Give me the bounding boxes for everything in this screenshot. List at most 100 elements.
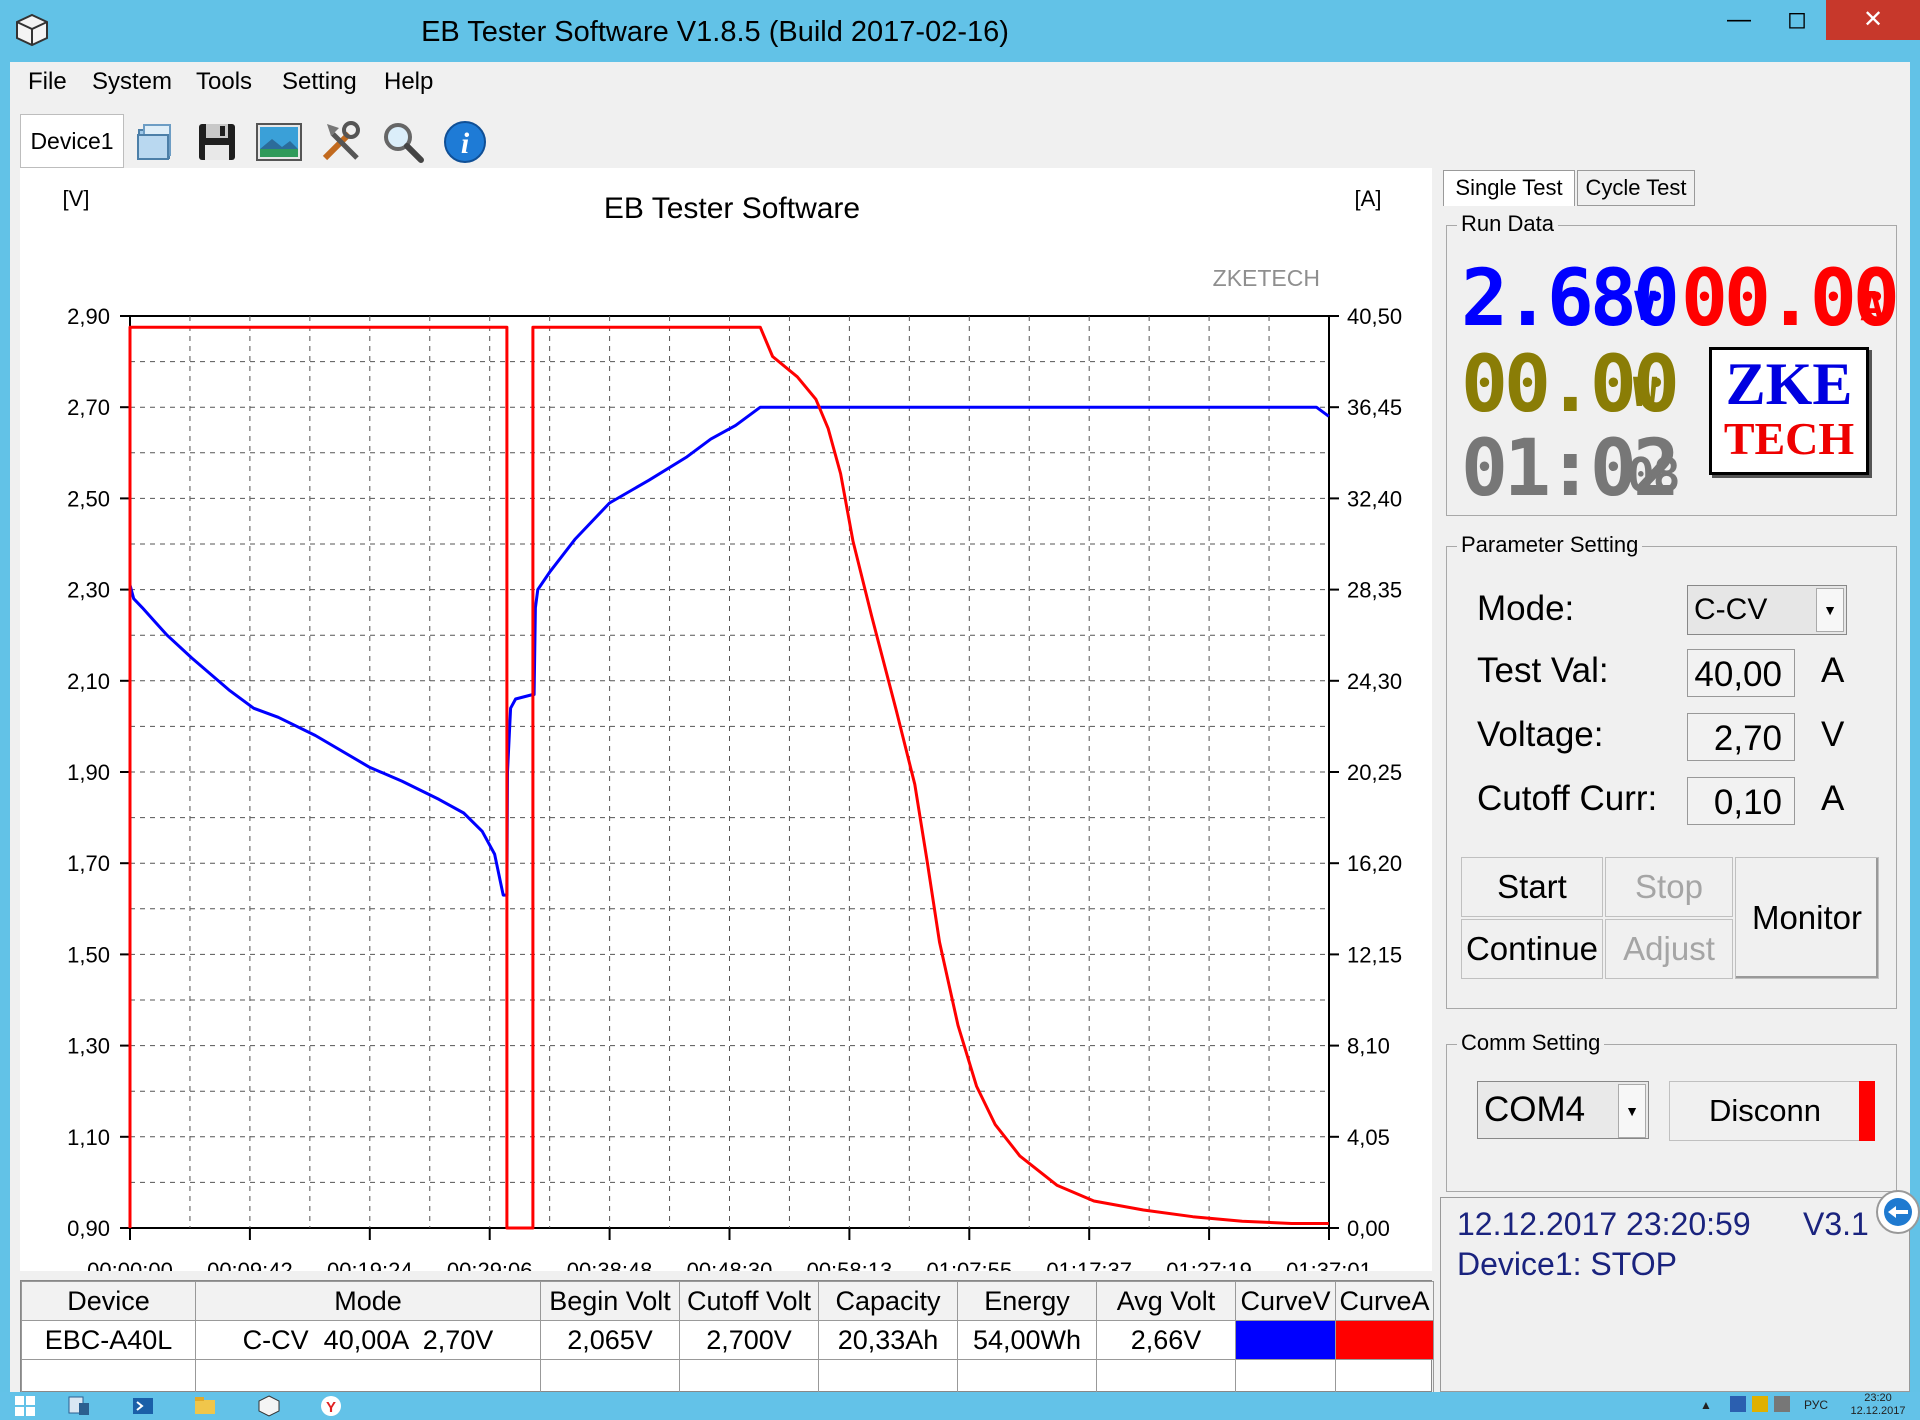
header-avg-volt: Avg Volt [1096,1281,1236,1321]
monitor-button[interactable]: Monitor [1735,857,1879,979]
save-icon[interactable] [192,116,242,168]
adjust-button[interactable]: Adjust [1605,919,1733,979]
y-left-tick-label: 2,30 [67,578,110,603]
curve-a-swatch[interactable] [1335,1320,1434,1360]
y-right-tick-label: 28,35 [1347,578,1402,603]
curve-v-swatch[interactable] [1235,1320,1336,1360]
cutoff-curr-unit: A [1821,779,1845,818]
y-left-tick-label: 2,70 [67,395,110,420]
y-left-tick-label: 1,10 [67,1125,110,1150]
x-tick-label: 00:38:48 [567,1258,653,1271]
voltage-label: Voltage: [1477,715,1604,754]
test-val-label: Test Val: [1477,651,1609,690]
remote-assist-icon[interactable] [1876,1190,1920,1234]
y-right-tick-label: 20,25 [1347,760,1402,785]
tray-clock[interactable]: 23:20 12.12.2017 [1838,1392,1918,1418]
y-left-tick-label: 2,90 [67,304,110,329]
chart-watermark: ZKETECH [1213,265,1320,291]
com-port-value: COM4 [1484,1090,1586,1129]
tab-single-test[interactable]: Single Test [1443,170,1575,206]
voltage-input[interactable]: 2,70 [1687,713,1795,761]
speaker-icon[interactable] [1774,1396,1790,1412]
eb-tester-taskbar-icon[interactable] [254,1394,284,1418]
tray-chevron-icon[interactable]: ▲ [1700,1398,1712,1412]
continue-button[interactable]: Continue [1461,919,1603,979]
cell-mode: C-CV 40,00A 2,70V [195,1320,541,1360]
parameter-setting-title: Parameter Setting [1457,532,1643,558]
toolbar: Device1 i [10,110,510,174]
y-left-label: [V] [63,186,90,211]
mode-select[interactable]: C-CV ▼ [1687,585,1847,635]
network-icon[interactable] [1730,1396,1746,1412]
table-row[interactable]: EBC-A40L C-CV 40,00A 2,70V 2,065V 2,700V… [21,1320,1434,1360]
menu-file[interactable]: File [28,67,67,97]
voltage-unit-label: V [1821,715,1845,754]
main-window: File System Tools Setting Help Device1 i… [10,62,1910,1399]
close-button[interactable]: ✕ [1826,0,1920,40]
cutoff-curr-input[interactable]: 0,10 [1687,777,1795,825]
status-version: V3.1 [1803,1206,1869,1242]
powershell-icon[interactable] [128,1394,158,1418]
stop-button[interactable]: Stop [1605,857,1733,917]
y-left-tick-label: 1,30 [67,1034,110,1059]
device-tab[interactable]: Device1 [20,114,124,168]
chart-title: EB Tester Software [604,192,860,225]
chevron-down-icon[interactable]: ▼ [1618,1084,1646,1138]
cutoff-curr-label: Cutoff Curr: [1477,779,1658,818]
file-explorer-icon[interactable] [190,1394,220,1418]
info-icon[interactable]: i [440,116,490,168]
header-begin-volt: Begin Volt [540,1281,680,1321]
maximize-button[interactable]: ◻ [1768,0,1826,40]
header-curve-a: CurveA [1335,1281,1434,1321]
x-tick-label: 00:29:06 [447,1258,533,1271]
menu-system[interactable]: System [92,67,172,97]
test-val-input[interactable]: 40,00 [1687,649,1795,697]
comm-setting-title: Comm Setting [1457,1030,1605,1056]
chevron-down-icon[interactable]: ▼ [1816,588,1844,632]
disconnect-button[interactable]: Disconn [1669,1081,1861,1141]
language-indicator[interactable]: РУС [1804,1398,1828,1412]
yandex-browser-icon[interactable]: Y [316,1394,346,1418]
open-folder-icon[interactable] [130,116,180,168]
taskbar: Y ▲ РУС 23:20 12.12.2017 [0,1392,1920,1420]
clock-time: 23:20 [1864,1392,1892,1404]
picture-icon[interactable] [254,116,304,168]
x-tick-label: 00:00:00 [87,1258,173,1271]
status-datetime: 12.12.2017 23:20:59 [1457,1206,1751,1242]
tray-app-icon[interactable] [1752,1396,1768,1412]
mode-label: Mode: [1477,589,1575,628]
y-right-tick-label: 8,10 [1347,1034,1390,1059]
cell-begin-volt: 2,065V [540,1320,680,1360]
cell-energy: 54,00Wh [957,1320,1097,1360]
header-capacity: Capacity [818,1281,958,1321]
tools-icon[interactable] [316,116,366,168]
chart-panel: [V] [A] EB Tester Software ZKETECH 2,90 2… [20,168,1432,1271]
magnifier-icon[interactable] [378,116,428,168]
com-port-select[interactable]: COM4 ▼ [1477,1081,1649,1139]
cell-cutoff-volt: 2,700V [679,1320,819,1360]
menu-tools[interactable]: Tools [196,67,252,97]
comm-setting-group: Comm Setting COM4 ▼ Disconn [1446,1030,1897,1192]
chart-grid [129,315,1330,1229]
server-manager-icon[interactable] [64,1394,94,1418]
time-seconds: 08 [1627,448,1680,502]
y-left-tick-label: 2,10 [67,669,110,694]
windows-start-icon[interactable] [10,1394,40,1418]
current-unit: A [1860,284,1885,330]
x-tick-label: 00:58:13 [807,1258,893,1271]
y-right-tick-label: 24,30 [1347,669,1402,694]
menu-setting[interactable]: Setting [282,67,357,97]
cell-avg-volt: 2,66V [1096,1320,1236,1360]
menu-bar: File System Tools Setting Help [10,62,1910,100]
y-right-tick-label: 0,00 [1347,1216,1390,1241]
test-val-unit: A [1821,651,1845,690]
plot-area-border [129,315,1330,1229]
x-tick-label: 01:07:55 [926,1258,1012,1271]
title-bar: EB Tester Software V1.8.5 (Build 2017-02… [0,0,1920,62]
start-button[interactable]: Start [1461,857,1603,917]
y-right-tick-label: 36,45 [1347,395,1402,420]
tab-cycle-test[interactable]: Cycle Test [1577,170,1695,206]
menu-help[interactable]: Help [384,67,433,97]
minimize-button[interactable]: — [1710,0,1768,40]
x-tick-label: 01:27:19 [1166,1258,1252,1271]
